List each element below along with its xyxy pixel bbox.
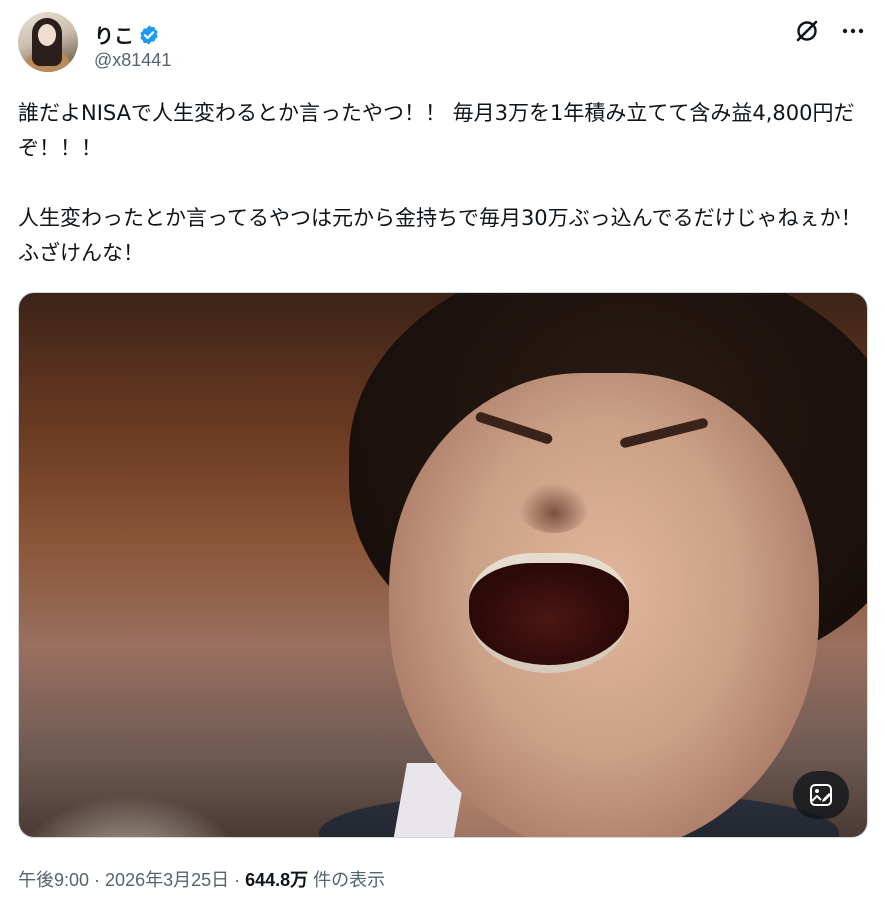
tweet-photo[interactable] [18, 292, 868, 838]
photo-nose [519, 483, 589, 533]
meta-separator: · [89, 870, 106, 890]
tweet-date[interactable]: 2026年3月25日 [105, 870, 229, 890]
author-display-name[interactable]: りこ [94, 20, 134, 49]
tweet-text: 誰だよNISAで人生変わるとか言ったやつ！！ 毎月3万を1年積み立てて含み益4,… [18, 101, 862, 265]
tweet-meta: 午後9:00 · 2026年3月25日 · 644.8万 件の表示 [18, 866, 385, 892]
view-count-label: 件の表示 [308, 870, 386, 890]
avatar[interactable] [18, 12, 78, 72]
verified-badge-icon [138, 24, 160, 46]
image-edit-icon[interactable] [793, 771, 849, 819]
grok-icon[interactable] [792, 16, 822, 46]
avatar-face [38, 24, 56, 46]
photo-mouth [469, 553, 629, 673]
more-horizontal-icon[interactable] [838, 16, 868, 46]
top-actions [792, 16, 868, 46]
meta-separator: · [229, 870, 246, 890]
author-handle[interactable]: @x81441 [94, 50, 171, 71]
tweet-header: りこ @x81441 [18, 12, 868, 74]
view-count: 644.8万 [245, 870, 309, 890]
tweet-time[interactable]: 午後9:00 [18, 870, 89, 890]
author-name-row: りこ [94, 20, 160, 49]
